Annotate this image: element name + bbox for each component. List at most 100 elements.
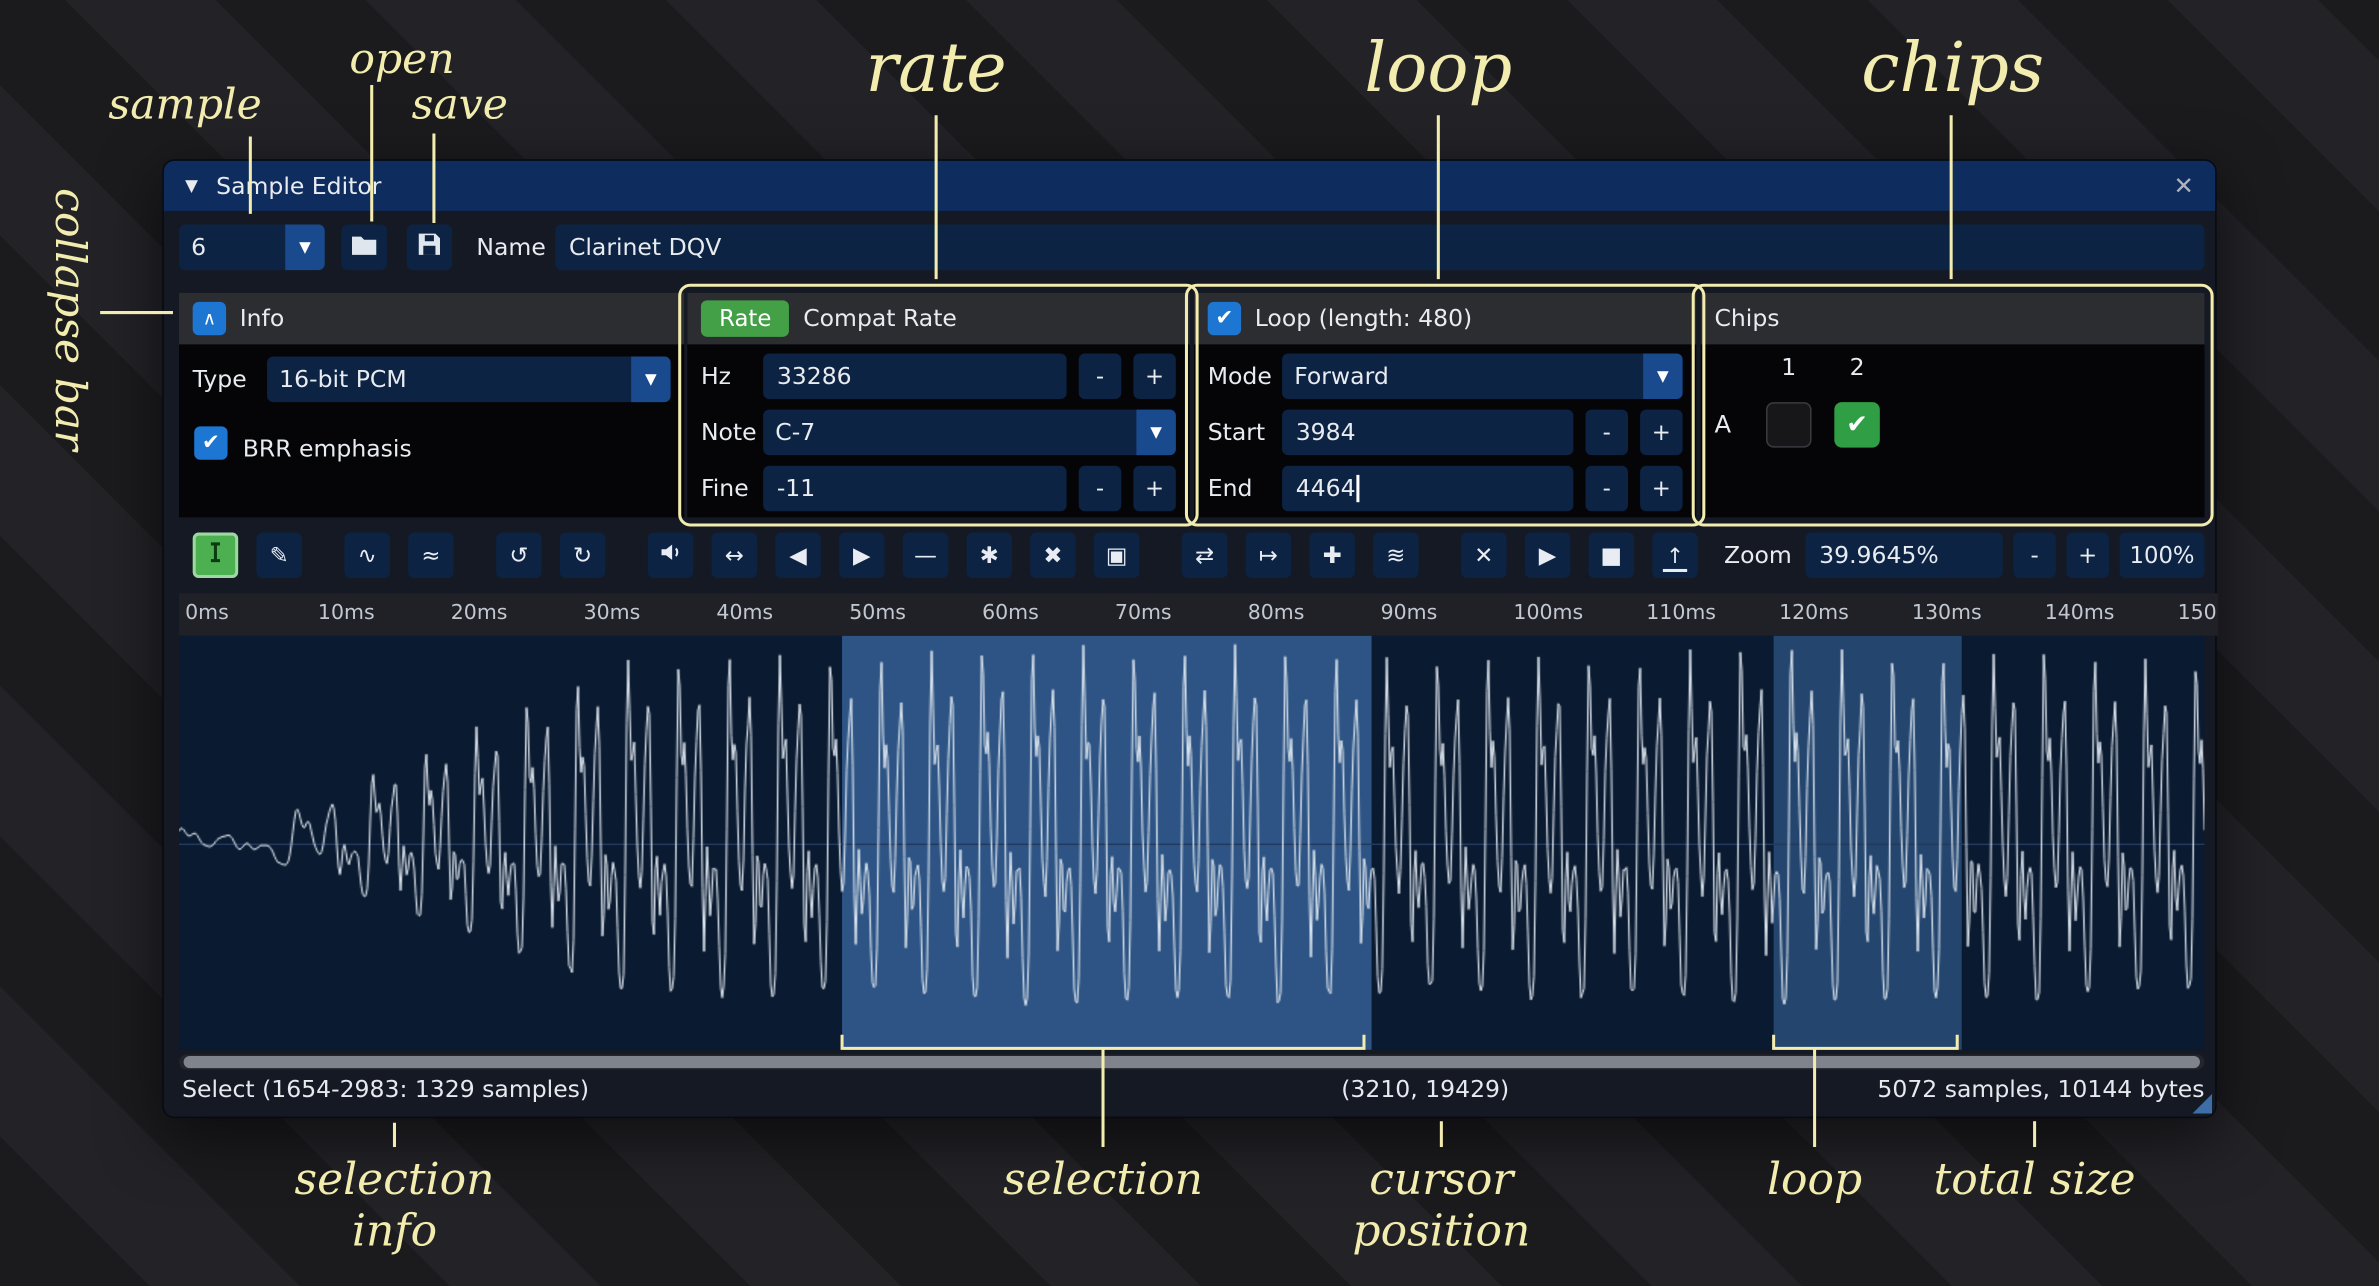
- hz-increment-button[interactable]: +: [1133, 354, 1175, 400]
- filter-button[interactable]: ≋: [1373, 533, 1419, 579]
- chevron-down-icon[interactable]: ▼: [285, 225, 324, 271]
- crossfade-button[interactable]: ✕: [1461, 533, 1507, 579]
- toolbar: ✎ ∿ ≈ ↺ ↻ ↔ ◀ ▶ — ✱ ✖ ▣ ⇄ ↦ ✚ ≋ ✕ ▶ ■ ↑ Zoom 39.9645% - + 1…: [179, 530, 2204, 582]
- undo-button[interactable]: ↺: [496, 533, 542, 579]
- check-icon: ✔: [202, 431, 220, 455]
- sample-editor-window: ▼ Sample Editor ✕ 6 ▼ Name Clarinet DQV: [162, 159, 2216, 1118]
- loop-start-decrement-button[interactable]: -: [1585, 410, 1627, 456]
- loop-mode-value: Forward: [1282, 363, 1643, 390]
- chevron-down-icon[interactable]: ▼: [631, 357, 670, 403]
- brr-emphasis-checkbox[interactable]: ✔: [194, 426, 227, 459]
- chevron-down-icon[interactable]: ▼: [1136, 410, 1175, 456]
- draw-tool[interactable]: ✎: [256, 533, 302, 579]
- save-button[interactable]: [407, 225, 453, 271]
- chip-column-1: 1: [1766, 354, 1812, 381]
- delete-button[interactable]: ✖: [1030, 533, 1076, 579]
- amplify-button[interactable]: [648, 533, 694, 579]
- fine-increment-button[interactable]: +: [1133, 466, 1175, 512]
- name-input[interactable]: Clarinet DQV: [555, 225, 2204, 271]
- window-collapse-icon[interactable]: ▼: [185, 176, 198, 196]
- close-icon[interactable]: ✕: [2174, 171, 2194, 200]
- upload-button[interactable]: ↑: [1652, 533, 1698, 579]
- trim-button[interactable]: ▣: [1094, 533, 1140, 579]
- titlebar[interactable]: ▼ Sample Editor ✕: [164, 161, 2215, 211]
- ruler-label: 10ms: [318, 601, 375, 625]
- wavetable-icon: ≈: [421, 542, 440, 569]
- chip-2-checkbox[interactable]: ✔: [1834, 402, 1880, 448]
- loop-mode-select[interactable]: Forward ▼: [1282, 354, 1683, 400]
- fine-decrement-button[interactable]: -: [1079, 466, 1121, 512]
- apply-silence-icon: ✱: [980, 542, 999, 569]
- apply-silence-button[interactable]: ✱: [966, 533, 1012, 579]
- resample-icon: ∿: [358, 542, 377, 569]
- type-select[interactable]: 16-bit PCM ▼: [267, 357, 671, 403]
- time-ruler[interactable]: 0ms10ms20ms30ms40ms50ms60ms70ms80ms90ms1…: [179, 593, 2218, 635]
- insert-button[interactable]: ↦: [1246, 533, 1292, 579]
- silence-button[interactable]: —: [903, 533, 949, 579]
- open-button[interactable]: [341, 225, 387, 271]
- zoom-controls: Zoom 39.9645% - + 100%: [1724, 533, 2204, 579]
- note-label: Note: [701, 410, 757, 456]
- ruler-label: 0ms: [185, 601, 229, 625]
- zoom-label: Zoom: [1724, 542, 1792, 569]
- zoom-value: 39.9645%: [1819, 542, 1939, 569]
- zoom-reset-button[interactable]: 100%: [2120, 533, 2205, 579]
- fine-input[interactable]: -11: [763, 466, 1066, 512]
- loop-end-increment-button[interactable]: +: [1640, 466, 1682, 512]
- scrollbar-thumb[interactable]: [184, 1056, 2200, 1068]
- loop-end-decrement-button[interactable]: -: [1585, 466, 1627, 512]
- append-button[interactable]: ✚: [1309, 533, 1355, 579]
- check-icon: ✔: [1846, 410, 1868, 440]
- waveform-display[interactable]: [179, 636, 2204, 1050]
- note-select[interactable]: C-7 ▼: [763, 410, 1176, 456]
- resize-icon: ↔: [725, 542, 744, 569]
- ruler-label: 30ms: [584, 601, 641, 625]
- flip-button[interactable]: ⇄: [1182, 533, 1228, 579]
- zoom-out-button[interactable]: -: [2013, 533, 2055, 579]
- hz-decrement-button[interactable]: -: [1079, 354, 1121, 400]
- amplify-icon: [658, 540, 682, 570]
- stop-button[interactable]: ■: [1589, 533, 1635, 579]
- select-tool[interactable]: [193, 533, 239, 579]
- chip-1-checkbox[interactable]: [1766, 402, 1812, 448]
- annotation-collapse-bar: collapse bar: [46, 164, 96, 475]
- loop-end-input[interactable]: 4464: [1282, 466, 1573, 512]
- chips-panel-header: Chips: [1701, 293, 2205, 345]
- annotation-open: open: [346, 33, 458, 83]
- annotation-rate: rate: [838, 27, 1035, 107]
- wavetable-button[interactable]: ≈: [408, 533, 454, 579]
- annotation-selection-info: selection info: [255, 1153, 534, 1256]
- zoom-in-button[interactable]: +: [2066, 533, 2108, 579]
- sample-number-select[interactable]: 6 ▼: [179, 225, 325, 271]
- chip-row-label: A: [1714, 402, 1731, 448]
- rate-button[interactable]: Rate: [701, 300, 790, 336]
- resize-button[interactable]: ↔: [712, 533, 758, 579]
- panels-row: ∧ Info Type 16-bit PCM ▼ ✔: [179, 293, 2204, 518]
- loop-start-input[interactable]: 3984: [1282, 410, 1573, 456]
- collapse-info-button[interactable]: ∧: [193, 302, 226, 335]
- loop-enable-checkbox[interactable]: ✔: [1208, 302, 1241, 335]
- zoom-input[interactable]: 39.9645%: [1805, 533, 2002, 579]
- hz-input[interactable]: 33286: [763, 354, 1066, 400]
- fade-out-button[interactable]: ▶: [839, 533, 885, 579]
- fade-in-button[interactable]: ◀: [775, 533, 821, 579]
- chevron-down-icon[interactable]: ▼: [1643, 354, 1682, 400]
- annotation-total-size: total size: [1924, 1153, 2146, 1205]
- rate-panel-header: Rate Compat Rate: [687, 293, 1189, 345]
- annotation-selection: selection: [1001, 1153, 1204, 1205]
- resample-button[interactable]: ∿: [344, 533, 390, 579]
- redo-button[interactable]: ↻: [560, 533, 606, 579]
- name-label: Name: [476, 223, 545, 272]
- annotation-loop-bottom: loop: [1766, 1153, 1863, 1205]
- select-icon: [203, 540, 227, 570]
- sample-header-row: 6 ▼ Name Clarinet DQV: [179, 223, 2204, 272]
- loop-start-increment-button[interactable]: +: [1640, 410, 1682, 456]
- chevron-up-icon: ∧: [203, 308, 216, 329]
- waveform-scrollbar[interactable]: [179, 1054, 2204, 1069]
- loop-panel: ✔ Loop (length: 480) Mode Forward ▼ Star…: [1194, 293, 1696, 518]
- play-button[interactable]: ▶: [1525, 533, 1571, 579]
- loop-panel-title: Loop (length: 480): [1255, 305, 1472, 332]
- upload-icon: ↑: [1663, 542, 1687, 569]
- name-value: Clarinet DQV: [569, 234, 721, 261]
- silence-icon: —: [914, 542, 937, 569]
